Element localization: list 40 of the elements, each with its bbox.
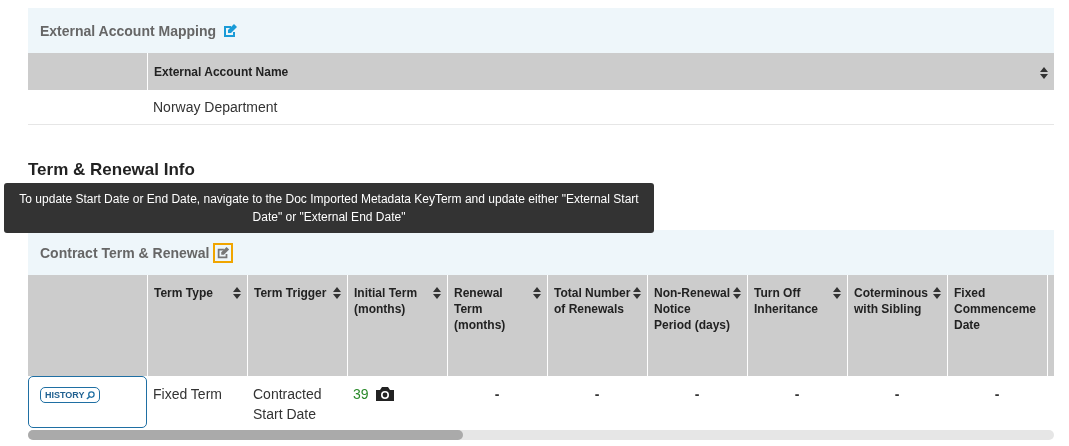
horizontal-scrollbar[interactable]: [28, 430, 1054, 440]
sort-icon[interactable]: [233, 287, 241, 299]
sort-icon[interactable]: [833, 287, 841, 299]
sort-icon[interactable]: [433, 287, 441, 299]
panel-title: External Account Mapping: [40, 22, 217, 39]
scrollbar-thumb[interactable]: [28, 430, 463, 440]
sort-icon[interactable]: [933, 287, 941, 299]
sort-icon[interactable]: [333, 287, 341, 299]
sort-icon[interactable]: [733, 287, 741, 299]
edit-icon[interactable]: [215, 244, 232, 261]
section-heading: Term & Renewal Info: [28, 159, 196, 181]
sort-icon[interactable]: [533, 287, 541, 299]
history-button[interactable]: HISTORY: [40, 387, 100, 403]
search-icon: [85, 390, 95, 400]
tooltip: To update Start Date or End Date, navigate to the Doc Imported Metadata KeyTerm and update either "External Start Date" or "External End Date": [4, 183, 654, 233]
column-header[interactable]: Initial Term (months): [347, 275, 447, 376]
column-header[interactable]: External Account Name: [147, 53, 1054, 90]
column-header[interactable]: Term Type: [147, 275, 247, 376]
column-header[interactable]: Non-Renewal Notice Period (days): [647, 275, 747, 376]
column-header[interactable]: Turn Off Inheritance: [747, 275, 847, 376]
column-header: Fixed Commenceme Date: [947, 275, 1047, 376]
table-cell-text: Contracted Start Date: [253, 385, 323, 424]
table-cell-text: -: [794, 385, 800, 404]
column-header[interactable]: Term Trigger: [247, 275, 347, 376]
camera-icon[interactable]: [374, 386, 395, 402]
column-header[interactable]: Total Number of Renewals: [547, 275, 647, 376]
table-cell-text: -: [694, 385, 700, 404]
edit-icon[interactable]: [222, 22, 239, 39]
table-cell: Norway Department: [147, 90, 1054, 125]
column-header[interactable]: Coterminous with Sibling: [847, 275, 947, 376]
table-cell-text: -: [994, 385, 1000, 404]
panel-title: Contract Term & Renewal: [40, 244, 210, 261]
table-cell-text: -: [594, 385, 600, 404]
sort-icon[interactable]: [1040, 66, 1048, 79]
table-cell-text: 39: [353, 385, 369, 404]
table-cell-text: -: [894, 385, 900, 404]
column-header[interactable]: Renewal Term (months): [447, 275, 547, 376]
sort-icon[interactable]: [633, 287, 641, 299]
table-cell-text: Fixed Term: [153, 385, 222, 404]
table-cell-text: -: [494, 385, 500, 404]
